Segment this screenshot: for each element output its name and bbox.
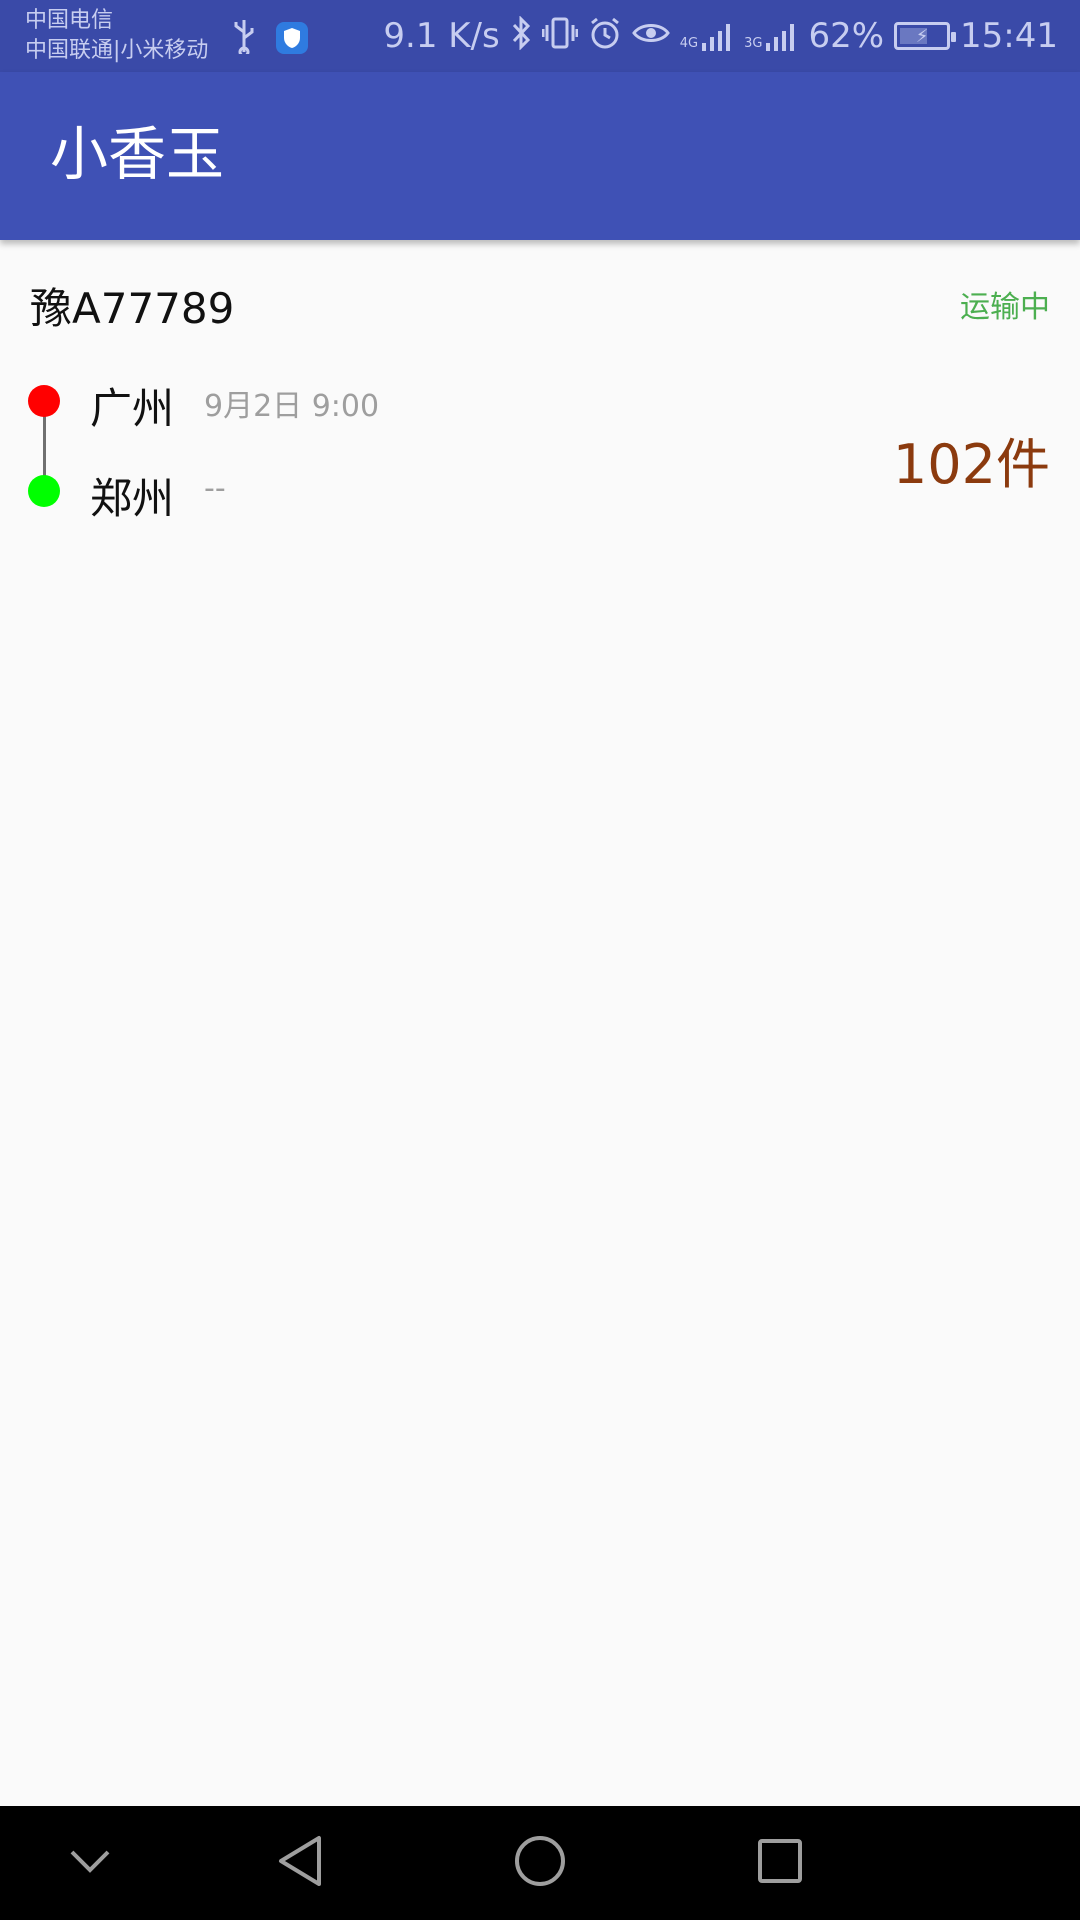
net-speed: 9.1 K/s [383,16,500,56]
origin-time: 9月2日 9:00 [204,389,380,424]
nav-recents-button[interactable] [730,1806,830,1920]
carrier-1: 中国电信 [25,8,114,33]
carrier-2: 中国联通|小米移动 [25,38,209,63]
eye-icon [631,18,670,55]
nav-back-icon [275,1834,325,1892]
clock: 15:41 [960,16,1058,56]
nav-down-button[interactable] [40,1806,140,1920]
nav-back-button[interactable] [250,1806,350,1920]
navigation-bar [0,1806,1080,1920]
alarm-icon [588,16,622,57]
battery-icon: ⚡ [894,22,957,50]
signal-icon: 3G [744,21,798,51]
nav-home-icon [513,1834,567,1892]
status-badge: 运输中 [960,290,1050,325]
shield-icon [276,22,308,54]
nav-home-button[interactable] [490,1806,590,1920]
route-connector-line [43,415,46,479]
nav-down-icon [68,1846,112,1880]
app-bar: 小香玉 [0,72,1080,240]
destination-time: -- [204,471,226,506]
carrier-labels: 中国电信 中国联通|小米移动 [25,6,208,66]
usb-icon [232,18,256,58]
vibrate-icon [541,16,579,57]
status-right: 9.1 K/s 4G 3G 62% ⚡ 15:41 [383,0,1058,72]
destination-dot [28,475,60,507]
notification-icons [232,18,308,58]
destination-city: 郑州 [90,474,175,523]
status-bar: 中国电信 中国联通|小米移动 9.1 K/s 4G 3G 62% ⚡ 15:41 [0,0,1080,72]
vehicle-plate: 豫A77789 [30,284,235,333]
origin-dot [28,385,60,417]
quantity-count: 102件 [892,433,1050,496]
signal-icon: 4G [680,21,734,51]
bluetooth-icon [510,14,532,57]
battery-percent: 62% [808,16,885,56]
app-title: 小香玉 [50,120,225,188]
origin-city: 广州 [90,384,175,433]
nav-recents-icon [756,1837,804,1889]
